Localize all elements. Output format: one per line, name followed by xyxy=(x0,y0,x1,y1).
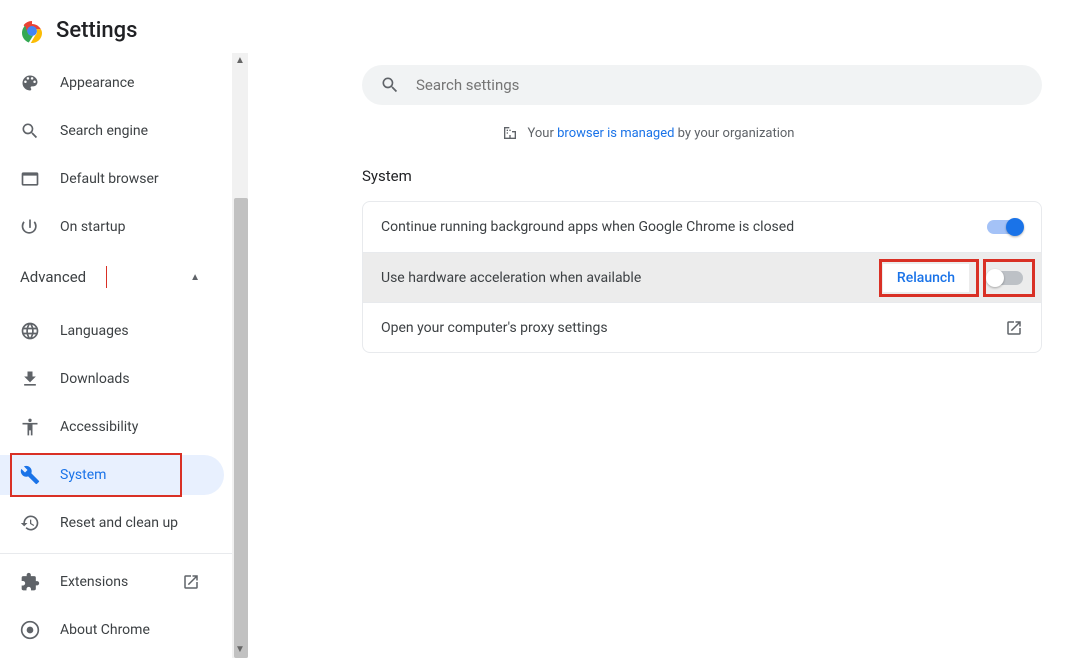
scroll-up-icon[interactable]: ▲ xyxy=(232,53,248,69)
open-external-icon xyxy=(1005,319,1023,337)
section-title: System xyxy=(362,167,1048,185)
sidebar-item-search-engine[interactable]: Search engine xyxy=(0,111,248,151)
sidebar-item-label: Languages xyxy=(60,323,228,339)
sidebar-section-advanced[interactable]: Advanced ▲ xyxy=(0,257,248,297)
toggle-hardware-acceleration[interactable] xyxy=(987,271,1023,285)
system-card: Continue running background apps when Go… xyxy=(362,201,1042,353)
relaunch-button[interactable]: Relaunch xyxy=(883,264,969,292)
sidebar-item-label: Downloads xyxy=(60,371,228,387)
row-label: Use hardware acceleration when available xyxy=(381,270,883,286)
managed-prefix: Your xyxy=(528,126,558,141)
toggle-background-apps[interactable] xyxy=(987,220,1023,234)
open-external-icon xyxy=(182,573,200,591)
sidebar-item-extensions[interactable]: Extensions xyxy=(0,562,248,602)
building-icon xyxy=(502,125,518,141)
sidebar-item-label: Appearance xyxy=(60,75,228,91)
restore-icon xyxy=(20,513,40,533)
sidebar-item-about[interactable]: About Chrome xyxy=(0,610,248,650)
managed-suffix: by your organization xyxy=(674,126,794,141)
wrench-icon xyxy=(20,465,40,485)
sidebar-item-downloads[interactable]: Downloads xyxy=(0,359,248,399)
sidebar-item-label: Reset and clean up xyxy=(60,515,228,531)
sidebar: ▲ ▼ Appearance Search engine Default bro… xyxy=(0,53,248,658)
row-label: Open your computer's proxy settings xyxy=(381,320,1005,336)
scroll-down-icon[interactable]: ▼ xyxy=(232,642,248,658)
row-background-apps: Continue running background apps when Go… xyxy=(363,202,1041,252)
page-title: Settings xyxy=(56,18,137,43)
managed-notice: Your browser is managed by your organiza… xyxy=(248,125,1048,141)
row-proxy-settings[interactable]: Open your computer's proxy settings xyxy=(363,302,1041,352)
chrome-icon xyxy=(20,620,40,640)
sidebar-item-label: About Chrome xyxy=(60,622,228,638)
search-settings[interactable] xyxy=(362,65,1042,105)
sidebar-item-system[interactable]: System xyxy=(0,455,224,495)
separator xyxy=(106,266,107,288)
main-content: Your browser is managed by your organiza… xyxy=(248,53,1072,658)
download-icon xyxy=(20,369,40,389)
row-hardware-acceleration: Use hardware acceleration when available… xyxy=(363,252,1041,302)
power-icon xyxy=(20,217,40,237)
sidebar-item-on-startup[interactable]: On startup xyxy=(0,207,248,247)
managed-link[interactable]: browser is managed xyxy=(557,126,674,141)
extension-icon xyxy=(20,572,40,592)
row-label: Continue running background apps when Go… xyxy=(381,219,987,235)
sidebar-item-languages[interactable]: Languages xyxy=(0,311,248,351)
advanced-label: Advanced xyxy=(20,268,86,286)
sidebar-item-default-browser[interactable]: Default browser xyxy=(0,159,248,199)
browser-icon xyxy=(20,169,40,189)
search-icon xyxy=(20,121,40,141)
sidebar-item-appearance[interactable]: Appearance xyxy=(0,63,248,103)
chrome-logo-icon xyxy=(20,19,44,43)
sidebar-item-reset[interactable]: Reset and clean up xyxy=(0,503,248,543)
sidebar-item-label: System xyxy=(60,467,204,483)
sidebar-item-label: Extensions xyxy=(60,574,162,590)
sidebar-scrollbar[interactable]: ▲ ▼ xyxy=(232,53,248,658)
sidebar-item-label: On startup xyxy=(60,219,228,235)
divider xyxy=(0,553,232,554)
palette-icon xyxy=(20,73,40,93)
chevron-up-icon: ▲ xyxy=(190,272,200,283)
sidebar-item-label: Search engine xyxy=(60,123,228,139)
search-icon xyxy=(380,75,400,95)
globe-icon xyxy=(20,321,40,341)
accessibility-icon xyxy=(20,417,40,437)
sidebar-item-label: Accessibility xyxy=(60,419,228,435)
sidebar-item-accessibility[interactable]: Accessibility xyxy=(0,407,248,447)
search-input[interactable] xyxy=(416,76,1024,94)
sidebar-item-label: Default browser xyxy=(60,171,228,187)
